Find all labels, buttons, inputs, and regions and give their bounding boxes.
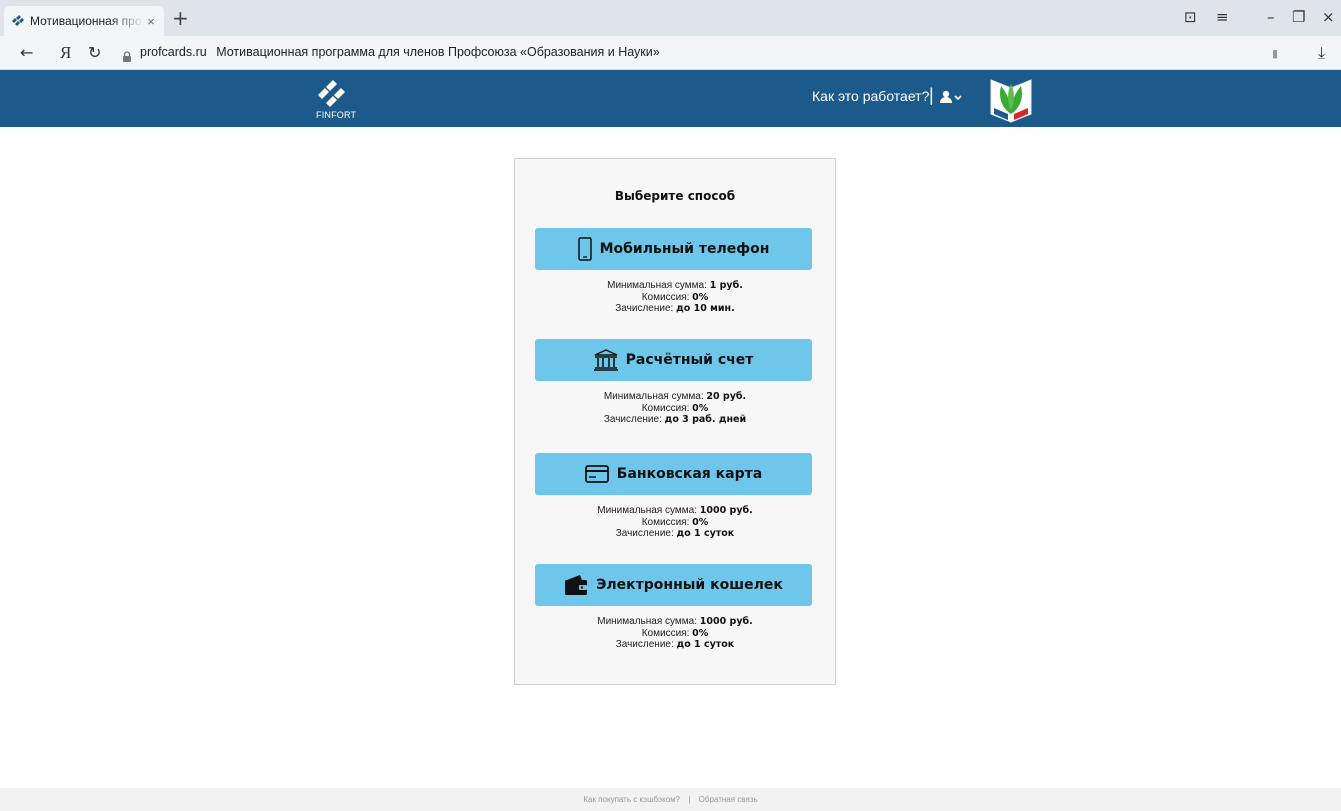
mobile-phone-icon [577,237,592,261]
tab-title: Мотивационная программа для членов Профс… [30,14,144,28]
min-sum-label: Минимальная сумма: [603,391,704,402]
bank-account-button[interactable]: Расчётный счет [535,339,812,381]
fee-label: Комиссия: [641,516,690,528]
min-sum-value: 1 руб. [709,280,743,291]
finfort-favicon-icon [10,13,26,29]
yandex-icon[interactable]: Я [60,44,71,62]
site-header: FINFORT Как это работает? | [0,70,1341,127]
footer-separator: | [688,795,691,804]
min-sum-value: 20 руб. [706,391,747,402]
time-label: Зачисление: [603,414,662,425]
fee-value: 0% [692,516,709,528]
url-page-title: Мотивационная программа для членов Профс… [216,45,660,59]
fee-value: 0% [692,627,709,639]
new-tab-icon[interactable]: + [172,8,189,28]
min-sum-label: Минимальная сумма: [597,616,697,627]
wallet-icon [564,573,588,597]
address-bar: ← Я ↻ profcards.ru Мотивационная програм… [0,36,1341,70]
fee-value: 0% [692,291,709,303]
union-logo-icon [988,74,1034,124]
min-sum-value: 1000 руб. [699,616,753,627]
mobile-phone-button[interactable]: Мобильный телефон [535,228,812,270]
withdrawal-method-card: Выберите способ Мобильный телефон Минима… [514,158,836,685]
reload-icon[interactable]: ↻ [88,44,101,62]
browser-tab[interactable]: Мотивационная программа для членов Профс… [4,6,164,36]
menu-icon[interactable]: ≡ [1216,9,1229,25]
mobile-phone-info: Минимальная сумма: 1 руб. Комиссия: 0% З… [515,280,835,315]
browser-tab-bar: Мотивационная программа для членов Профс… [0,0,1341,36]
tab-close-icon[interactable]: × [144,14,158,29]
credit-card-icon [584,462,609,486]
min-sum-label: Минимальная сумма: [607,280,707,291]
time-value: до 1 суток [676,639,735,650]
fee-value: 0% [692,402,709,414]
bank-card-button[interactable]: Банковская карта [535,453,812,495]
bank-account-label: Расчётный счет [625,352,754,368]
site-footer: Как покупать с кэшбэком? | Обратная связ… [0,788,1341,811]
cashback-link[interactable]: Как покупать с кэшбэком? [583,795,680,804]
download-icon[interactable]: ⤓ [1318,44,1325,62]
e-wallet-label: Электронный кошелек [596,577,783,593]
bank-icon [593,348,618,372]
bank-card-label: Банковская карта [616,466,763,482]
restore-icon[interactable]: ❐ [1292,9,1305,25]
url-domain: profcards.ru [140,45,207,59]
lock-icon [122,47,132,62]
time-label: Зачисление: [615,528,674,539]
e-wallet-info: Минимальная сумма: 1000 руб. Комиссия: 0… [515,616,835,651]
bank-account-info: Минимальная сумма: 20 руб. Комиссия: 0% … [515,391,835,426]
minimize-icon[interactable]: – [1267,9,1275,25]
how-it-works-link[interactable]: Как это работает? [812,88,929,104]
header-separator: | [929,85,934,105]
window-close-icon[interactable]: × [1322,9,1335,25]
fee-label: Комиссия: [641,291,690,303]
feedback-link[interactable]: Обратная связь [699,795,758,804]
time-label: Зачисление: [615,303,674,314]
logo-text: FINFORT [316,110,357,120]
user-menu-icon[interactable] [940,89,962,103]
fee-label: Комиссия: [641,627,690,639]
fee-label: Комиссия: [641,402,690,414]
min-sum-label: Минимальная сумма: [597,505,697,516]
pin-icon[interactable]: ⊡ [1184,9,1197,25]
time-value: до 10 мин. [676,303,735,314]
time-value: до 1 суток [676,528,735,539]
url-field[interactable]: profcards.ru Мотивационная программа для… [140,45,660,59]
min-sum-value: 1000 руб. [699,505,753,516]
time-label: Зачисление: [615,639,674,650]
bank-card-info: Минимальная сумма: 1000 руб. Комиссия: 0… [515,505,835,540]
e-wallet-button[interactable]: Электронный кошелек [535,564,812,606]
mobile-phone-label: Мобильный телефон [599,241,770,257]
card-title: Выберите способ [614,189,736,203]
bookmark-icon[interactable]: ▮ [1272,45,1278,63]
back-icon[interactable]: ← [20,44,33,62]
time-value: до 3 раб. дней [664,414,747,425]
